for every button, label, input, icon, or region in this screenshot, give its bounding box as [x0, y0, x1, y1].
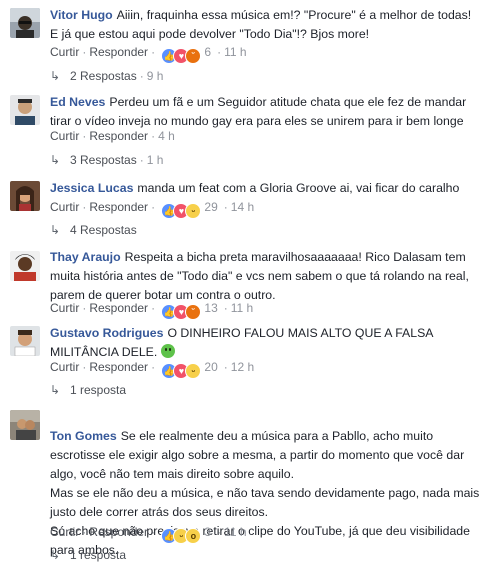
- comment-time[interactable]: 12 h: [231, 360, 254, 374]
- comment-body: Thay Araujo Respeita a bicha preta maravi…: [50, 248, 482, 305]
- comment-actions: Curtir · Responder · 👍 ♥ ˘ 6 · 11 h: [50, 44, 247, 64]
- comment-body: Vitor Hugo Aiiin, fraquinha essa música e…: [50, 6, 482, 44]
- reply-arrow-icon: ↳: [50, 383, 61, 397]
- avatar[interactable]: [10, 8, 40, 38]
- replies-count[interactable]: 4 Respostas: [70, 223, 137, 237]
- comment-author[interactable]: Jessica Lucas: [50, 181, 133, 195]
- comment-actions: Curtir · Responder · 👍 ♥ ᵕ 29 · 14 h: [50, 199, 254, 219]
- reply-link[interactable]: Responder: [89, 525, 148, 539]
- reactions[interactable]: 👍 ᵕ o: [161, 527, 202, 544]
- avatar[interactable]: [10, 251, 40, 281]
- reactions[interactable]: 👍 ♥ ˘: [161, 47, 202, 64]
- haha-icon: ᵕ: [185, 203, 202, 219]
- reactions[interactable]: 👍 ♥ ᵕ: [161, 362, 202, 379]
- like-link[interactable]: Curtir: [50, 301, 79, 315]
- reaction-count: 13: [204, 301, 218, 315]
- comment-actions: Curtir · Responder · 👍 ♥ ᵕ 20 · 12 h: [50, 359, 254, 379]
- like-link[interactable]: Curtir: [50, 129, 79, 143]
- reaction-count: 29: [204, 200, 218, 214]
- comment-actions: Curtir · Responder · 👍 ᵕ o 3 · 11 h: [50, 524, 247, 544]
- reply-link[interactable]: Responder: [89, 129, 148, 143]
- comment-text: Perdeu um fã e um Seguidor atitude chata…: [50, 95, 467, 128]
- comment-time[interactable]: 14 h: [231, 200, 254, 214]
- replies-count[interactable]: 3 Respostas: [70, 153, 137, 167]
- replies-count[interactable]: 1 resposta: [70, 383, 126, 397]
- comment-author[interactable]: Ton Gomes: [50, 429, 117, 443]
- reaction-count: 3: [204, 525, 212, 539]
- reply-link[interactable]: Responder: [89, 360, 148, 374]
- replies-count[interactable]: 2 Respostas: [70, 69, 137, 83]
- nauseated-emoji-icon: [160, 344, 175, 358]
- like-link[interactable]: Curtir: [50, 45, 79, 59]
- reply-arrow-icon: ↳: [50, 69, 61, 83]
- comment-time[interactable]: 11 h: [231, 301, 253, 315]
- comment-author[interactable]: Gustavo Rodrigues: [50, 326, 163, 340]
- replies-link[interactable]: ↳ 3 Respostas · 1 h: [50, 152, 163, 168]
- comment-author[interactable]: Thay Araujo: [50, 250, 121, 264]
- avatar[interactable]: [10, 95, 40, 125]
- reply-link[interactable]: Responder: [89, 45, 148, 59]
- comment-actions: Curtir · Responder · 👍 ♥ ˘ 13 · 11 h: [50, 300, 253, 320]
- comment-body: Ed Neves Perdeu um fã e um Seguidor atitu…: [50, 93, 482, 131]
- avatar[interactable]: [10, 326, 40, 356]
- replies-count[interactable]: 1 resposta: [70, 548, 126, 562]
- avatar[interactable]: [10, 181, 40, 211]
- angry-icon: ˘: [185, 304, 202, 320]
- reply-arrow-icon: ↳: [50, 223, 61, 237]
- reply-link[interactable]: Responder: [89, 301, 148, 315]
- like-link[interactable]: Curtir: [50, 525, 79, 539]
- reply-arrow-icon: ↳: [50, 153, 61, 167]
- replies-link[interactable]: ↳ 2 Respostas · 9 h: [50, 68, 163, 84]
- comment-body: Jessica Lucas manda um feat com a Gloria …: [50, 179, 482, 198]
- reaction-count: 20: [204, 360, 218, 374]
- like-link[interactable]: Curtir: [50, 200, 79, 214]
- reply-arrow-icon: ↳: [50, 548, 61, 562]
- comment-author[interactable]: Vitor Hugo: [50, 8, 113, 22]
- like-link[interactable]: Curtir: [50, 360, 79, 374]
- comment-time[interactable]: 4 h: [158, 129, 175, 143]
- haha-icon: ᵕ: [185, 363, 202, 379]
- comment-time[interactable]: 11 h: [224, 525, 246, 539]
- comment-text: manda um feat com a Gloria Groove ai, va…: [137, 181, 460, 195]
- comment-author[interactable]: Ed Neves: [50, 95, 105, 109]
- reactions[interactable]: 👍 ♥ ˘: [161, 303, 202, 320]
- reaction-count: 6: [204, 45, 212, 59]
- comment-text: Aiiin, fraquinha essa música em!? "Procu…: [50, 8, 472, 41]
- comment-actions: Curtir · Responder · 4 h: [50, 129, 175, 143]
- replies-time: 9 h: [146, 69, 164, 83]
- replies-time: 1 h: [146, 153, 164, 167]
- comment-body: Gustavo Rodrigues O DINHEIRO FALOU MAIS A…: [50, 324, 482, 362]
- angry-icon: ˘: [185, 48, 202, 64]
- avatar[interactable]: [10, 410, 40, 440]
- replies-link[interactable]: ↳ 1 resposta: [50, 382, 126, 398]
- reply-link[interactable]: Responder: [89, 200, 148, 214]
- reactions[interactable]: 👍 ♥ ᵕ: [161, 202, 202, 219]
- wow-icon: o: [185, 528, 202, 544]
- replies-link[interactable]: ↳ 4 Respostas: [50, 222, 137, 238]
- replies-link[interactable]: ↳ 1 resposta: [50, 547, 126, 563]
- comment-time[interactable]: 11 h: [224, 45, 246, 59]
